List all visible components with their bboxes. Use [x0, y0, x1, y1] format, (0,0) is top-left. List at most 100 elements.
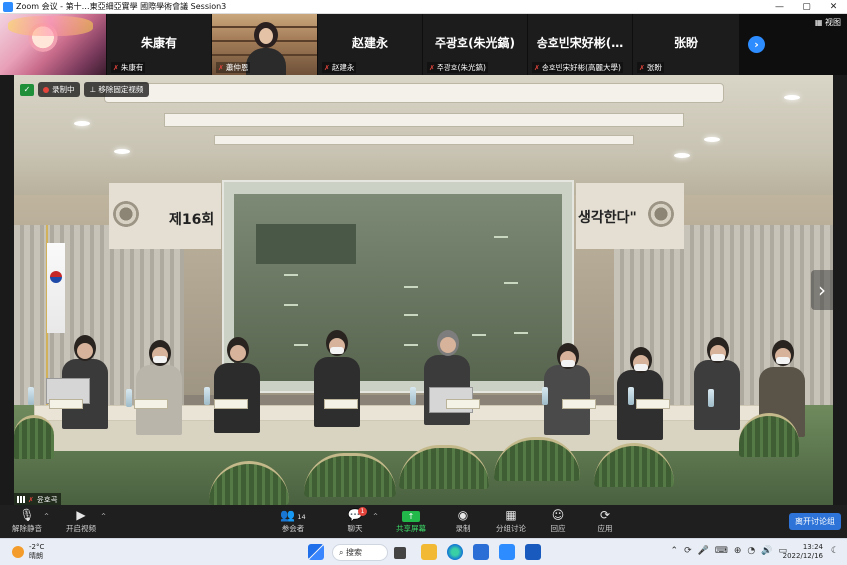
keyboard-icon[interactable]: ⌨	[715, 546, 728, 556]
participant-tile-zhu-kangyou[interactable]: 朱康有 ✗ 朱康有	[107, 14, 211, 75]
water-bottle	[542, 387, 548, 405]
participant-tile-zhao-jianyong[interactable]: 赵建永 ✗ 赵建永	[318, 14, 422, 75]
side-chair	[14, 415, 54, 459]
banner-right-text: 생각한다"	[578, 210, 637, 226]
recording-indicator[interactable]: 录制中	[38, 82, 80, 97]
window-title: Zoom 会议 - 第十…東亞細亞實學 國際學術會議 Session3	[16, 2, 227, 11]
chat-options-caret-icon[interactable]: ^	[373, 513, 378, 520]
participant-tile-avatar[interactable]	[0, 14, 106, 75]
chevron-up-icon[interactable]: ⌃	[671, 546, 679, 556]
banner-left-text: 제16회	[169, 212, 215, 228]
sync-icon[interactable]: ⟳	[684, 546, 692, 556]
clock-time: 13:24	[802, 543, 823, 551]
volume-icon[interactable]: 🔊	[761, 546, 772, 556]
nameplate	[49, 399, 83, 409]
breakout-rooms-button[interactable]: ▦ 分组讨论	[486, 508, 536, 534]
sun-weather-icon	[12, 546, 24, 558]
notification-center-icon[interactable]: ☾	[831, 546, 839, 556]
participant-tile-joo-gwangho[interactable]: 주광호(朱光鎬) ✗ 주광호(朱光鎬)	[423, 14, 527, 75]
nameplate	[324, 399, 358, 409]
unpin-video-button[interactable]: ⊥ 移除固定视频	[83, 82, 150, 97]
mic-muted-icon: ✗	[429, 63, 435, 72]
task-view-icon[interactable]	[394, 547, 406, 559]
next-page-arrow-icon[interactable]: ›	[811, 270, 833, 310]
mic-muted-icon: ✗	[639, 63, 645, 72]
audio-options-caret-icon[interactable]: ^	[44, 513, 49, 520]
mic-muted-icon: ✗	[113, 63, 119, 72]
participant-tile-speaker-video[interactable]: ✗ 蕭仲恩	[212, 14, 317, 75]
mic-muted-icon: ✗	[28, 495, 34, 504]
start-video-button[interactable]: ▶ 开启视频	[56, 508, 106, 534]
store-icon[interactable]	[473, 544, 489, 560]
participant-tile-song-hobin[interactable]: 송호빈宋好彬(… ✗ 송호빈宋好彬(高麗大學)	[528, 14, 632, 75]
gallery-next-arrow-icon[interactable]: ›	[748, 36, 765, 53]
wifi-icon[interactable]: ◔	[747, 546, 755, 556]
clock-date: 2022/12/16	[782, 552, 823, 560]
participant-gallery-strip: 朱康有 ✗ 朱康有 ✗ 蕭仲恩 赵建永 ✗ 赵建永 주광호(朱光鎬) ✗ 주광호(朱光鎬…	[0, 14, 847, 75]
record-circle-icon: ◉	[457, 508, 469, 522]
chat-unread-badge: 1	[358, 507, 367, 516]
system-tray: ⌃ ⟳ 🎤 ⌨ ⊕ ◔ 🔊 ▭	[671, 546, 787, 556]
file-explorer-icon[interactable]	[421, 544, 437, 560]
participant-name-label: ✗ 赵建永	[322, 62, 357, 73]
participant-big-name: 송호빈宋好彬(…	[536, 36, 624, 50]
video-options-caret-icon[interactable]: ^	[101, 513, 106, 520]
antivirus-icon[interactable]: ⊕	[734, 546, 742, 556]
participant-name-label: ✗ 张盼	[637, 62, 664, 73]
participant-name-label: ✗ 주광호(朱光鎬)	[427, 62, 488, 73]
apps-button[interactable]: ⟳ 应用	[580, 508, 630, 534]
participants-button[interactable]: 👥 14 参会者	[268, 508, 318, 534]
participant-tile-zhang-pan[interactable]: 张盼 ✗ 张盼	[633, 14, 739, 75]
mic-muted-icon: ✗	[534, 63, 540, 72]
weather-widget[interactable]: -2°C 晴朗	[12, 543, 44, 561]
nameplate	[446, 399, 480, 409]
windows-taskbar: -2°C 晴朗 ⌕ 搜索 ⌃ ⟳ 🎤 ⌨ ⊕ ◔ 🔊 ▭ 13:24 2022/…	[0, 538, 847, 565]
water-bottle	[204, 387, 210, 405]
search-icon: ⌕	[339, 548, 347, 557]
water-bottle	[708, 389, 714, 407]
mic-muted-icon: ✗	[218, 63, 224, 72]
close-button[interactable]: ✕	[820, 0, 847, 14]
main-video-feed[interactable]: 제16회 생각한다" ›	[14, 75, 833, 505]
edge-browser-icon[interactable]	[447, 544, 463, 560]
start-menu-windows-icon[interactable]	[308, 544, 324, 560]
participant-big-name: 赵建永	[351, 36, 388, 50]
nameplate	[214, 399, 248, 409]
unmute-button[interactable]: 🎙 解除静音	[2, 508, 52, 534]
temperature-label: -2°C	[29, 543, 45, 551]
grid-view-icon: ▦	[814, 18, 825, 27]
apps-icon: ⟳	[599, 508, 611, 522]
word-icon[interactable]	[525, 544, 541, 560]
participant-big-name: 张盼	[673, 36, 698, 50]
chat-button[interactable]: 💬 1 聊天	[330, 507, 380, 534]
participant-name-label: ✗ 朱康有	[111, 62, 146, 73]
share-screen-button[interactable]: ↑ 共享屏幕	[386, 508, 436, 534]
microphone-icon[interactable]: 🎤	[698, 546, 709, 556]
leave-breakout-room-button[interactable]: 离开讨论组	[789, 513, 841, 530]
reactions-button[interactable]: ☺ 回应	[533, 508, 583, 534]
camera-off-icon: ▶	[76, 508, 86, 522]
taskbar-search[interactable]: ⌕ 搜索	[332, 544, 388, 561]
participant-name-label: ✗ 蕭仲恩	[216, 62, 251, 73]
participant-big-name: 朱康有	[140, 36, 177, 50]
zoom-taskbar-icon[interactable]	[499, 544, 515, 560]
nameplate	[636, 399, 670, 409]
left-banner: 제16회	[109, 183, 221, 249]
participant-name-label: ✗ 송호빈宋好彬(高麗大學)	[532, 62, 623, 73]
video-overlay-controls: ✓ 录制中 ⊥ 移除固定视频	[20, 82, 150, 97]
weather-condition-label: 晴朗	[29, 552, 43, 560]
window-title-bar: Zoom 会议 - 第十…東亞細亞實學 國際學術會議 Session3 — ▢ …	[0, 0, 847, 14]
nameplate	[562, 399, 596, 409]
security-shield-icon[interactable]: ✓	[20, 83, 34, 96]
window-controls: — ▢ ✕	[766, 0, 847, 14]
participant-big-name: 주광호(朱光鎬)	[434, 36, 516, 50]
projection-screen	[222, 180, 574, 393]
maximize-button[interactable]: ▢	[793, 0, 820, 14]
water-bottle	[28, 387, 34, 405]
nameplate	[134, 399, 168, 409]
taskbar-clock[interactable]: 13:24 2022/12/16	[783, 543, 823, 561]
anime-avatar-image	[0, 14, 106, 75]
view-button[interactable]: ▦ 视图	[815, 17, 841, 28]
minimize-button[interactable]: —	[766, 0, 793, 14]
record-button[interactable]: ◉ 录制	[438, 508, 488, 534]
